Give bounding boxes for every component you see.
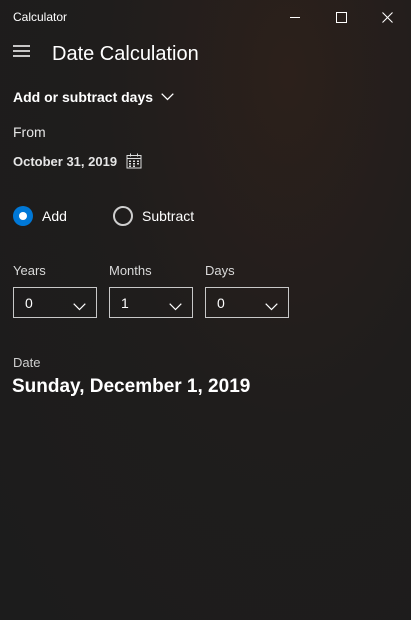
calculation-mode-label: Add or subtract days bbox=[13, 89, 154, 105]
years-label: Years bbox=[13, 263, 46, 278]
close-icon bbox=[381, 11, 393, 23]
months-label: Months bbox=[109, 263, 152, 278]
add-radio-label: Add bbox=[42, 208, 67, 224]
months-dropdown[interactable]: 1 bbox=[109, 287, 193, 318]
chevron-down-icon bbox=[161, 93, 174, 101]
maximize-button[interactable] bbox=[318, 0, 364, 34]
years-value: 0 bbox=[25, 295, 33, 311]
add-radio-checked-indicator bbox=[13, 206, 33, 226]
years-dropdown[interactable]: 0 bbox=[13, 287, 97, 318]
from-date-picker[interactable]: October 31, 2019 bbox=[13, 150, 142, 172]
app-title: Calculator bbox=[13, 10, 68, 24]
days-label: Days bbox=[205, 263, 235, 278]
days-value: 0 bbox=[217, 295, 225, 311]
chevron-down-icon bbox=[169, 298, 182, 316]
app-header: Date Calculation bbox=[0, 34, 411, 76]
maximize-icon bbox=[335, 11, 347, 23]
calculation-mode-dropdown[interactable]: Add or subtract days bbox=[13, 87, 174, 107]
result-label: Date bbox=[13, 355, 41, 370]
chevron-down-icon bbox=[265, 298, 278, 316]
from-date-value: October 31, 2019 bbox=[13, 153, 118, 169]
close-button[interactable] bbox=[364, 0, 410, 34]
chevron-down-icon bbox=[73, 298, 86, 316]
subtract-radio[interactable]: Subtract bbox=[113, 205, 194, 227]
navigation-menu-button[interactable] bbox=[6, 38, 36, 68]
days-dropdown[interactable]: 0 bbox=[205, 287, 289, 318]
result-date: Sunday, December 1, 2019 bbox=[12, 376, 251, 397]
hamburger-icon bbox=[12, 44, 30, 62]
minimize-button[interactable] bbox=[272, 0, 318, 34]
from-label: From bbox=[13, 124, 46, 140]
page-title: Date Calculation bbox=[52, 43, 199, 65]
months-value: 1 bbox=[121, 295, 129, 311]
add-radio[interactable]: Add bbox=[13, 205, 67, 227]
subtract-radio-indicator bbox=[113, 206, 133, 226]
title-bar: Calculator bbox=[0, 0, 411, 34]
subtract-radio-label: Subtract bbox=[142, 208, 195, 224]
minimize-icon bbox=[290, 12, 300, 22]
calendar-icon bbox=[126, 153, 142, 169]
